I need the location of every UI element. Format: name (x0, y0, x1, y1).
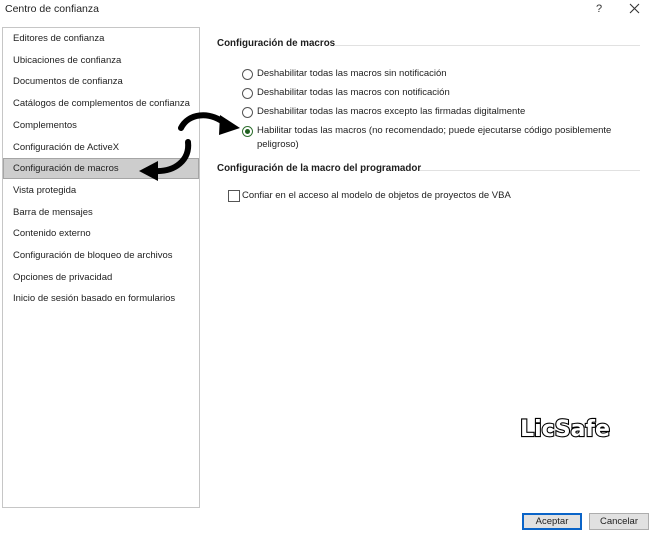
sidebar-item-documentos-de-confianza[interactable]: Documentos de confianza (3, 71, 199, 92)
section-divider (335, 45, 640, 46)
title-bar: Centro de confianza ? (0, 0, 650, 20)
radio-button[interactable] (242, 69, 253, 80)
sidebar-item-complementos[interactable]: Complementos (3, 115, 199, 136)
radio-label: Deshabilitar todas las macros excepto la… (257, 106, 526, 117)
window-title: Centro de confianza (5, 3, 99, 15)
sidebar-item-configuracion-de-macros[interactable]: Configuración de macros (3, 158, 199, 180)
radio-label: Deshabilitar todas las macros con notifi… (257, 87, 450, 98)
sidebar-item-bloqueo-de-archivos[interactable]: Configuración de bloqueo de archivos (3, 245, 199, 266)
sidebar-nav: Editores de confianza Ubicaciones de con… (2, 27, 200, 508)
help-button[interactable]: ? (590, 1, 608, 17)
watermark-logo: LicSafe (519, 416, 611, 443)
sidebar-item-contenido-externo[interactable]: Contenido externo (3, 223, 199, 244)
radio-label: Habilitar todas las macros (no recomenda… (257, 125, 612, 150)
sidebar-item-inicio-de-sesion-formularios[interactable]: Inicio de sesión basado en formularios (3, 288, 199, 309)
vba-trust-checkbox[interactable] (228, 190, 240, 202)
developer-section-title: Configuración de la macro del programado… (217, 163, 422, 174)
section-divider (420, 170, 640, 171)
sidebar-item-ubicaciones-de-confianza[interactable]: Ubicaciones de confianza (3, 50, 199, 71)
sidebar-item-editores-de-confianza[interactable]: Editores de confianza (3, 28, 199, 49)
sidebar-item-opciones-de-privacidad[interactable]: Opciones de privacidad (3, 267, 199, 288)
close-button[interactable] (626, 1, 644, 17)
radio-button[interactable] (242, 107, 253, 118)
sidebar-item-barra-de-mensajes[interactable]: Barra de mensajes (3, 202, 199, 223)
macros-section-title: Configuración de macros (217, 38, 336, 49)
radio-button-selected[interactable] (242, 126, 253, 137)
radio-button[interactable] (242, 88, 253, 99)
watermark-text: LicSafe (520, 417, 610, 442)
licsafe-watermark: LicSafe (508, 411, 623, 445)
sidebar-item-configuracion-activex[interactable]: Configuración de ActiveX (3, 137, 199, 158)
close-icon (629, 3, 640, 14)
vba-trust-label: Confiar en el acceso al modelo de objeto… (242, 190, 511, 201)
sidebar-item-vista-protegida[interactable]: Vista protegida (3, 180, 199, 201)
radio-label: Deshabilitar todas las macros sin notifi… (257, 68, 447, 79)
cancel-button[interactable]: Cancelar (589, 513, 649, 530)
sidebar-item-catalogos-de-complementos[interactable]: Catálogos de complementos de confianza (3, 93, 199, 114)
accept-button[interactable]: Aceptar (522, 513, 582, 530)
